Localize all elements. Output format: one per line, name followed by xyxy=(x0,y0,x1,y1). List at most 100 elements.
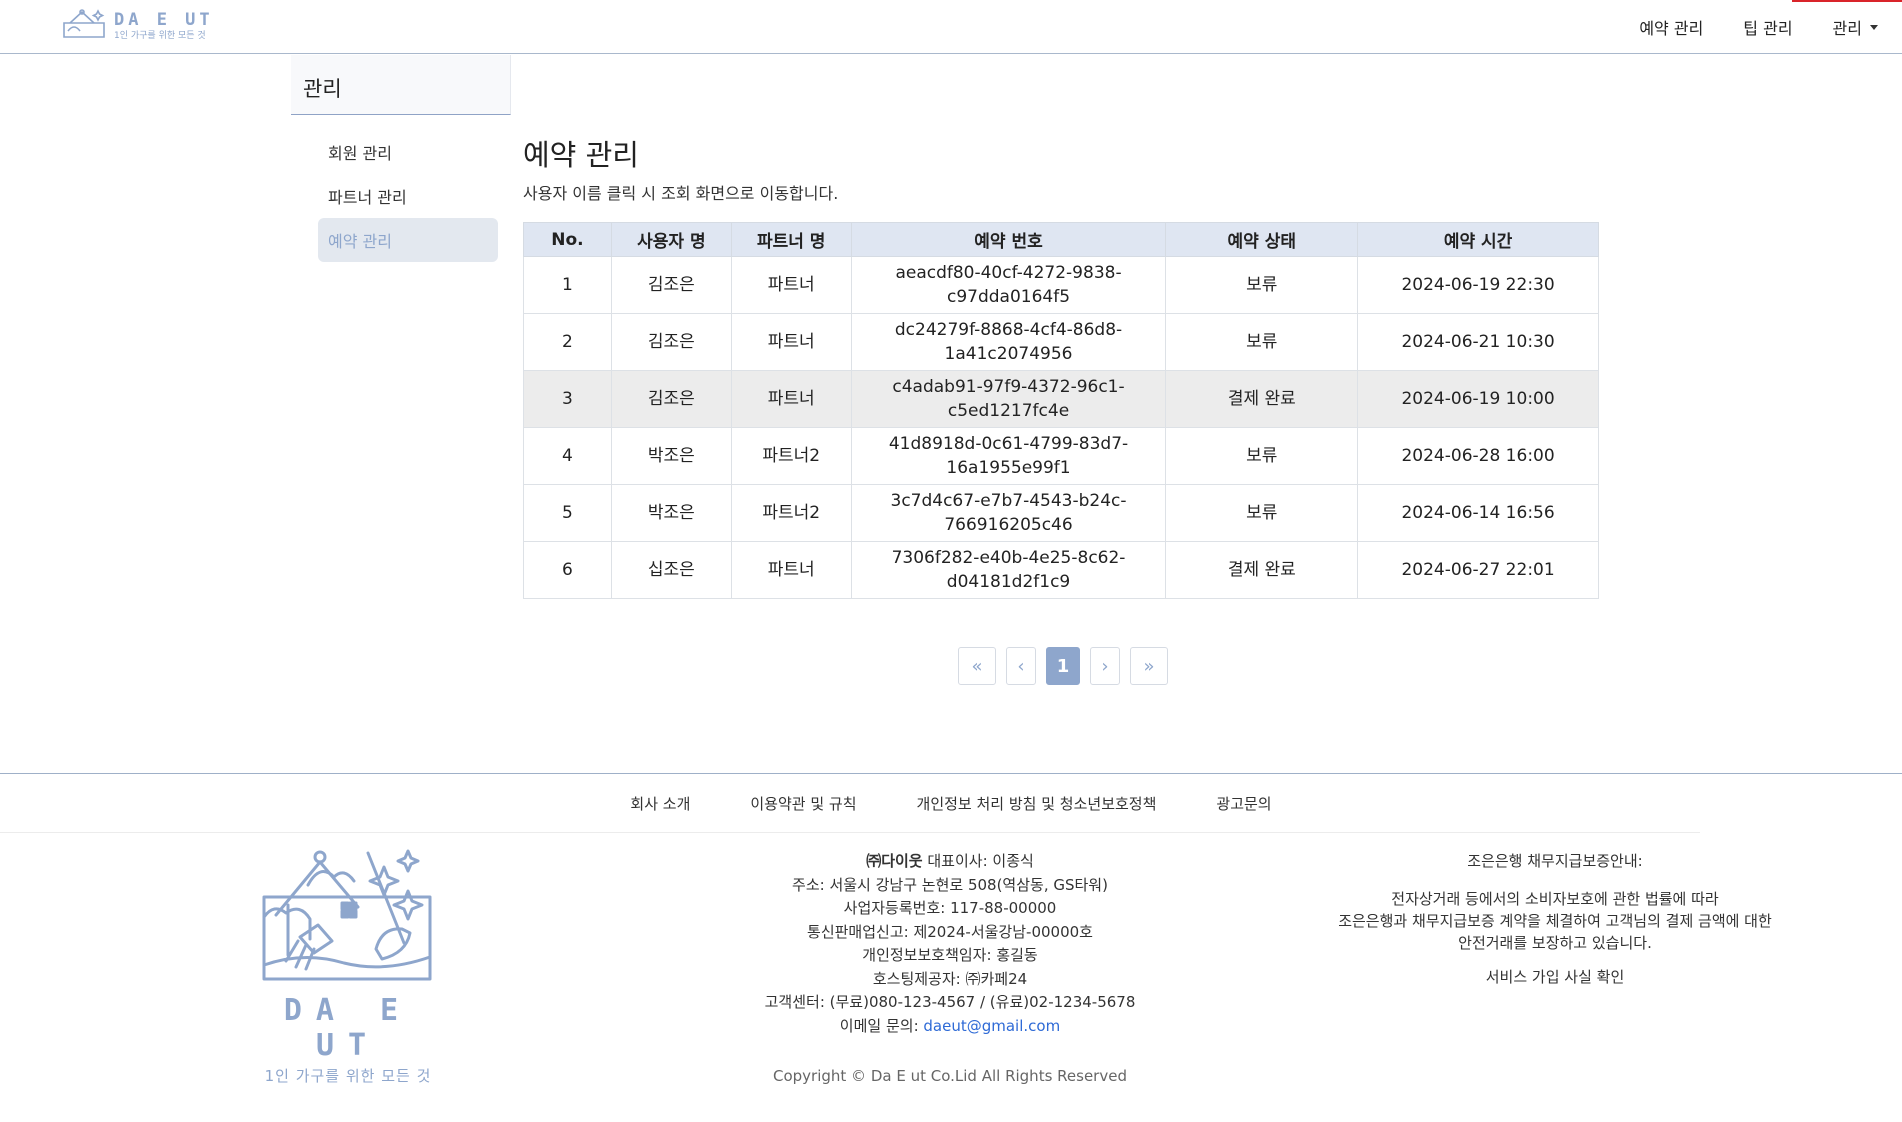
cell-status: 보류 xyxy=(1165,256,1359,314)
col-header-user: 사용자 명 xyxy=(610,222,732,257)
cell-user-link[interactable]: 김조은 xyxy=(610,256,732,314)
cell-partner: 파트너 xyxy=(730,313,852,371)
cell-no: 3 xyxy=(523,370,612,428)
email-link[interactable]: daeut@gmail.com xyxy=(923,1017,1060,1035)
cell-time: 2024-06-19 10:00 xyxy=(1357,370,1599,428)
cell-code: 41d8918d-0c61-4799-83d7- 16a1955e99f1 xyxy=(850,427,1167,485)
cell-status: 보류 xyxy=(1165,484,1359,542)
code-part-1: c4adab91-97f9-4372-96c1- xyxy=(892,377,1125,397)
col-header-code: 예약 번호 xyxy=(850,222,1167,257)
cell-partner: 파트너 xyxy=(730,541,852,599)
table-row[interactable]: 1 김조은 파트너 aeacdf80-40cf-4272-9838- c97dda… xyxy=(523,256,1599,314)
company-info: ㈜다이웃 대표이사: 이종식 주소: 서울시 강남구 논현로 508(역삼동, … xyxy=(700,850,1200,1038)
cell-time: 2024-06-14 16:56 xyxy=(1357,484,1599,542)
cell-partner: 파트너 xyxy=(730,256,852,314)
cell-user-link[interactable]: 십조은 xyxy=(610,541,732,599)
table-row[interactable]: 6 십조은 파트너 7306f282-e40b-4e25-8c62- d04181… xyxy=(523,541,1599,599)
code-part-2: d04181d2f1c9 xyxy=(946,572,1071,592)
cell-code: 3c7d4c67-e7b7-4543-b24c- 766916205c46 xyxy=(850,484,1167,542)
cell-status: 보류 xyxy=(1165,427,1359,485)
cell-status: 결제 완료 xyxy=(1165,370,1359,428)
cell-partner: 파트너2 xyxy=(730,484,852,542)
service-verify-link[interactable]: 서비스 가입 사실 확인 xyxy=(1300,966,1810,988)
sidebar-title: 관리 xyxy=(291,55,511,115)
business-number: 사업자등록번호: 117-88-00000 xyxy=(843,899,1057,917)
house-logo-icon xyxy=(262,849,432,981)
footer-link-terms[interactable]: 이용약관 및 규칙 xyxy=(750,793,856,814)
privacy-officer: 개인정보보호책임자: 홍길동 xyxy=(862,946,1038,964)
page-last-button[interactable]: » xyxy=(1130,647,1168,685)
cell-no: 6 xyxy=(523,541,612,599)
table-row[interactable]: 4 박조은 파트너2 41d8918d-0c61-4799-83d7- 16a19… xyxy=(523,427,1599,485)
footer-link-ads[interactable]: 광고문의 xyxy=(1216,793,1271,814)
code-part-2: c5ed1217fc4e xyxy=(947,401,1070,421)
table-row[interactable]: 5 박조은 파트너2 3c7d4c67-e7b7-4543-b24c- 76691… xyxy=(523,484,1599,542)
footer-link-about[interactable]: 회사 소개 xyxy=(630,793,690,814)
footer-logo: DA E UT 1인 가구를 위한 모든 것 xyxy=(258,845,438,1085)
table-header-row: No. 사용자 명 파트너 명 예약 번호 예약 상태 예약 시간 xyxy=(523,222,1599,257)
page-description: 사용자 이름 클릭 시 조회 화면으로 이동합니다. xyxy=(523,184,839,203)
page-next-button[interactable]: › xyxy=(1090,647,1120,685)
sidebar-item-members[interactable]: 회원 관리 xyxy=(318,130,498,174)
sidebar-item-reservations[interactable]: 예약 관리 xyxy=(318,218,498,262)
cell-user-link[interactable]: 박조은 xyxy=(610,427,732,485)
email-label: 이메일 문의: xyxy=(839,1016,924,1035)
col-header-time: 예약 시간 xyxy=(1357,222,1599,257)
code-part-1: dc24279f-8868-4cf4-86d8- xyxy=(894,320,1123,340)
cell-code: c4adab91-97f9-4372-96c1- c5ed1217fc4e xyxy=(850,370,1167,428)
logo-title: DA E UT xyxy=(114,9,214,30)
nav-tips[interactable]: 팁 관리 xyxy=(1723,0,1812,54)
nav-admin-dropdown[interactable]: 관리 xyxy=(1813,0,1902,54)
customer-center: 고객센터: (무료)080-123-4567 / (유료)02-1234-567… xyxy=(764,993,1136,1011)
bank-title: 조은은행 채무지급보증안내: xyxy=(1467,852,1643,870)
cell-time: 2024-06-27 22:01 xyxy=(1357,541,1599,599)
cell-partner: 파트너 xyxy=(730,370,852,428)
col-header-partner: 파트너 명 xyxy=(730,222,852,257)
cell-user-link[interactable]: 김조은 xyxy=(610,370,732,428)
table-row[interactable]: 3 김조은 파트너 c4adab91-97f9-4372-96c1- c5ed12… xyxy=(523,370,1599,428)
page-prev-button[interactable]: ‹ xyxy=(1006,647,1036,685)
footer-logo-subtitle: 1인 가구를 위한 모든 것 xyxy=(264,1067,432,1085)
cell-time: 2024-06-19 22:30 xyxy=(1357,256,1599,314)
bank-line-2: 조은은행과 채무지급보증 계약을 체결하여 고객님의 결제 금액에 대한 xyxy=(1338,912,1772,930)
page-current-button[interactable]: 1 xyxy=(1046,647,1080,685)
house-logo-icon xyxy=(63,9,105,38)
cell-user-link[interactable]: 김조은 xyxy=(610,313,732,371)
reservation-table: No. 사용자 명 파트너 명 예약 번호 예약 상태 예약 시간 1 김조은 … xyxy=(523,222,1599,599)
bank-line-1: 전자상거래 등에서의 소비자보호에 관한 법률에 따라 xyxy=(1391,890,1719,908)
pagination: « ‹ 1 › » xyxy=(958,647,1168,685)
footer-divider-light xyxy=(0,832,1700,833)
footer-link-privacy[interactable]: 개인정보 처리 방침 및 청소년보호정책 xyxy=(917,793,1157,814)
sidebar-item-partners[interactable]: 파트너 관리 xyxy=(318,174,498,218)
site-logo[interactable]: DA E UT 1인 가구를 위한 모든 것 xyxy=(60,6,220,46)
code-part-1: 41d8918d-0c61-4799-83d7- xyxy=(888,434,1129,454)
table-row[interactable]: 2 김조은 파트너 dc24279f-8868-4cf4-86d8- 1a41c2… xyxy=(523,313,1599,371)
cell-code: dc24279f-8868-4cf4-86d8- 1a41c2074956 xyxy=(850,313,1167,371)
copyright: Copyright © Da E ut Co.Lid All Rights Re… xyxy=(773,1067,1127,1085)
cell-user-link[interactable]: 박조은 xyxy=(610,484,732,542)
cell-code: 7306f282-e40b-4e25-8c62- d04181d2f1c9 xyxy=(850,541,1167,599)
page-first-button[interactable]: « xyxy=(958,647,996,685)
top-header: DA E UT 1인 가구를 위한 모든 것 예약 관리 팁 관리 관리 xyxy=(0,0,1902,54)
cell-no: 2 xyxy=(523,313,612,371)
company-address: 주소: 서울시 강남구 논현로 508(역삼동, GS타워) xyxy=(792,875,1108,894)
footer-divider xyxy=(0,773,1902,774)
cell-no: 1 xyxy=(523,256,612,314)
nav-reservation[interactable]: 예약 관리 xyxy=(1619,0,1723,54)
cell-code: aeacdf80-40cf-4272-9838- c97dda0164f5 xyxy=(850,256,1167,314)
cell-time: 2024-06-28 16:00 xyxy=(1357,427,1599,485)
cell-no: 5 xyxy=(523,484,612,542)
cell-status: 보류 xyxy=(1165,313,1359,371)
main-nav: 예약 관리 팁 관리 관리 xyxy=(1619,0,1902,54)
code-part-2: 16a1955e99f1 xyxy=(946,458,1071,478)
code-part-2: c97dda0164f5 xyxy=(947,287,1071,307)
code-part-1: 7306f282-e40b-4e25-8c62- xyxy=(891,548,1126,568)
hosting-provider: 호스팅제공자: ㈜카페24 xyxy=(872,969,1028,988)
nav-accent-bar xyxy=(1792,0,1902,2)
code-part-2: 1a41c2074956 xyxy=(944,344,1073,364)
email-line: 이메일 문의: daeut@gmail.com xyxy=(700,1015,1200,1039)
col-header-status: 예약 상태 xyxy=(1165,222,1359,257)
bank-guarantee-info: 조은은행 채무지급보증안내: 전자상거래 등에서의 소비자보호에 관한 법률에 … xyxy=(1300,850,1810,988)
cell-partner: 파트너2 xyxy=(730,427,852,485)
cell-no: 4 xyxy=(523,427,612,485)
